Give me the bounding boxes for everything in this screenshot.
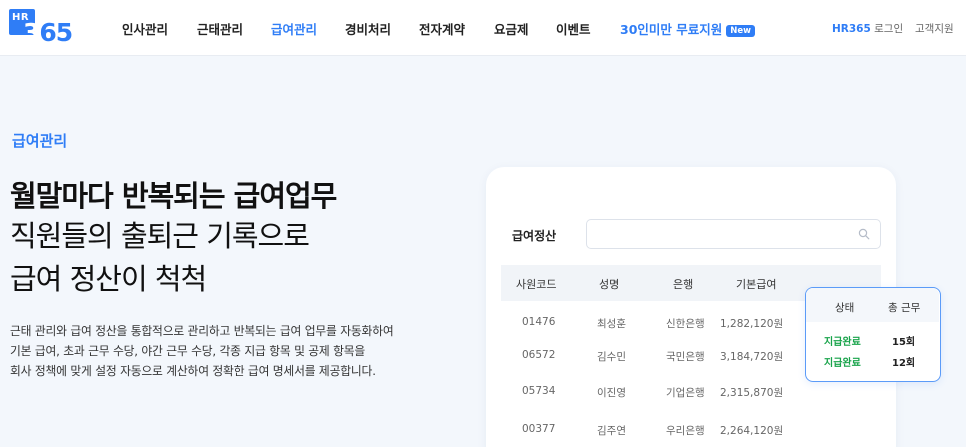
cell-employee-code: 06572 <box>522 349 556 361</box>
nav-item-attendance[interactable]: 근태관리 <box>197 19 243 38</box>
column-header: 기본급여 <box>736 278 777 291</box>
support-link[interactable]: 고객지원 <box>915 21 954 36</box>
nav-item-free-support[interactable]: 30인미만 무료지원 New <box>620 19 755 38</box>
column-header: 사원코드 <box>516 278 557 291</box>
search-icon[interactable] <box>858 228 870 240</box>
column-header: 성명 <box>599 278 620 291</box>
status-paid-badge: 지급완료 <box>824 337 861 348</box>
hero-description-1: 근태 관리와 급여 정산을 통합적으로 관리하고 반복되는 급여 업무를 자동화… <box>10 324 394 338</box>
status-paid-badge: 지급완료 <box>824 358 861 369</box>
nav-item-event[interactable]: 이벤트 <box>556 19 591 38</box>
cell-base-salary: 2,264,120원 <box>720 425 784 437</box>
card-title: 급여정산 <box>512 229 557 243</box>
cell-name: 이진영 <box>597 387 626 399</box>
hero-subline-1: 직원들의 출퇴근 기록으로 <box>10 219 310 253</box>
cell-bank: 신한은행 <box>666 318 705 330</box>
work-count: 15회 <box>892 337 916 348</box>
search-input[interactable] <box>586 219 881 249</box>
work-count: 12회 <box>892 358 916 369</box>
cell-bank: 국민은행 <box>666 351 705 363</box>
cell-bank: 기업은행 <box>666 387 705 399</box>
nav-item-pricing[interactable]: 요금제 <box>494 19 529 38</box>
cell-employee-code: 00377 <box>522 423 556 435</box>
column-header-status: 상태 <box>835 302 855 314</box>
top-header: HR 365 인사관리 근태관리 급여관리 경비처리 전자계약 요금제 이벤트 … <box>0 0 966 56</box>
logo-number: 365 <box>23 18 73 47</box>
cell-name: 김주연 <box>597 425 626 437</box>
nav-item-e-contract[interactable]: 전자계약 <box>419 19 465 38</box>
column-header: 은행 <box>673 278 694 291</box>
cell-base-salary: 3,184,720원 <box>720 351 784 363</box>
section-label: 급여관리 <box>12 132 68 150</box>
hero-description-3: 회사 정책에 맞게 설정 자동으로 계산하여 정확한 급여 명세서를 제공합니다… <box>10 364 376 378</box>
hero-description-2: 기본 급여, 초과 근무 수당, 야간 근무 수당, 각종 지급 항목 및 공제… <box>10 344 366 358</box>
hero-subline-2: 급여 정산이 척척 <box>10 262 207 296</box>
hero-headline: 월말마다 반복되는 급여업무 <box>10 179 337 213</box>
column-header-total-work: 총 근무 <box>888 302 921 314</box>
cell-name: 최성훈 <box>597 318 626 330</box>
payment-status-popup: 상태 총 근무 지급완료 15회 지급완료 12회 <box>805 287 941 382</box>
cell-employee-code: 05734 <box>522 385 556 397</box>
new-badge: New <box>726 25 755 37</box>
cell-base-salary: 1,282,120원 <box>720 318 784 330</box>
nav-item-hr[interactable]: 인사관리 <box>122 19 168 38</box>
cell-name: 김수민 <box>597 351 626 363</box>
cell-base-salary: 2,315,870원 <box>720 387 784 399</box>
cell-employee-code: 01476 <box>522 316 556 328</box>
nav-item-expense[interactable]: 경비처리 <box>345 19 391 38</box>
cell-bank: 우리은행 <box>666 425 705 437</box>
login-link[interactable]: HR365 로그인 <box>832 21 903 36</box>
hr365-logo[interactable]: HR 365 <box>9 9 73 47</box>
nav-item-payroll[interactable]: 급여관리 <box>271 19 317 38</box>
status-popup-header: 상태 총 근무 <box>806 288 939 322</box>
